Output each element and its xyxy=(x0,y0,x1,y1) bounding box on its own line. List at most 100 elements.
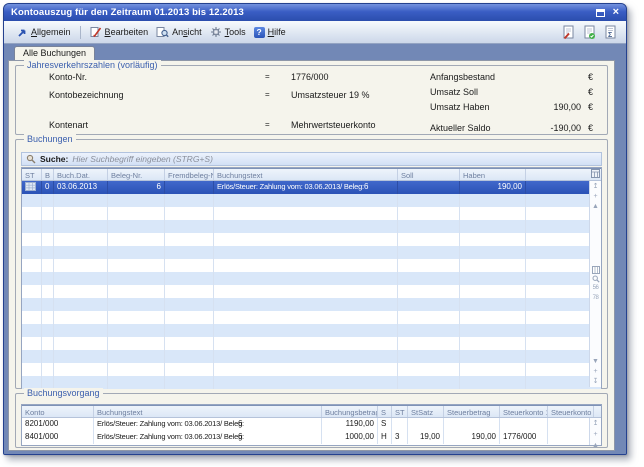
column-header[interactable]: Steuerkonto 2 xyxy=(548,406,594,417)
table-row-empty[interactable] xyxy=(22,207,601,220)
close-window-button[interactable]: × xyxy=(613,8,619,17)
column-header[interactable]: B xyxy=(42,169,54,180)
search-input[interactable]: Suche: Hier Suchbegriff eingeben (STRG+S… xyxy=(21,152,602,166)
group-title: Buchungen xyxy=(24,134,76,144)
scroll-page-down-icon[interactable]: + xyxy=(593,367,597,376)
scroll-up-icon[interactable]: ▲ xyxy=(592,202,599,211)
table-row-empty[interactable] xyxy=(22,324,601,337)
help-icon: ? xyxy=(254,27,265,38)
report-sum-icon[interactable]: Σ xyxy=(604,25,617,40)
buchungen-table: ST B Buch.Dat. Beleg-Nr. Fremdbeleg-Nr. … xyxy=(21,167,602,388)
cell-soll xyxy=(398,181,460,194)
column-header[interactable]: Buchungstext xyxy=(94,406,322,417)
cell-s: H xyxy=(378,431,392,444)
table-row[interactable]: 8401/000 Erlös/Steuer: Zahlung vom: 03.0… xyxy=(22,431,601,444)
column-header[interactable]: ST xyxy=(22,169,42,180)
columns-icon[interactable] xyxy=(592,266,600,274)
group-jahresverkehrszahlen: Jahresverkehrszahlen (vorläufig) Konto-N… xyxy=(15,65,608,135)
edit-icon xyxy=(90,26,102,38)
column-header[interactable]: ST xyxy=(392,406,408,417)
cell-buchungstext: Erlös/Steuer: Zahlung vom: 03.06.2013/ B… xyxy=(94,431,322,444)
buchungstext: Erlös/Steuer: Zahlung vom: 03.06.2013/ B… xyxy=(97,432,244,441)
buchungsvorgang-table-header: Konto Buchungstext Buchungsbetrag S ST S… xyxy=(22,405,601,418)
restore-window-button[interactable] xyxy=(596,9,605,17)
column-picker-icon[interactable] xyxy=(591,169,600,178)
cell-konto: 8201/000 xyxy=(22,418,94,431)
equals-icon: = xyxy=(265,90,270,99)
table-row-empty[interactable] xyxy=(22,363,601,376)
currency-label: € xyxy=(588,102,593,112)
table-row-empty[interactable] xyxy=(22,337,601,350)
menu-label: Bearbeiten xyxy=(105,27,149,37)
column-header[interactable]: Beleg-Nr. xyxy=(108,169,165,180)
menu-tools[interactable]: Tools xyxy=(206,24,250,40)
table-row-empty[interactable] xyxy=(22,194,601,207)
sort-78-icon[interactable]: 78 xyxy=(593,294,599,303)
column-header[interactable]: Buch.Dat. xyxy=(54,169,108,180)
table-scroll-strip: ↥ + ▲ 56 78 ▼ + ↧ xyxy=(589,181,601,387)
field-label: Umsatz Haben xyxy=(430,102,490,112)
scroll-down-icon[interactable]: ▼ xyxy=(592,357,599,366)
table-row-empty[interactable] xyxy=(22,233,601,246)
column-header[interactable]: Haben xyxy=(460,169,526,180)
cell-steuerbetrag xyxy=(444,418,500,431)
column-header[interactable]: Buchungstext xyxy=(214,169,398,180)
scroll-page-up-icon[interactable]: + xyxy=(593,430,597,439)
report-confirm-icon[interactable] xyxy=(583,25,596,40)
scroll-first-icon[interactable]: ↥ xyxy=(593,419,599,428)
cell-st xyxy=(392,418,408,431)
table-row-empty[interactable] xyxy=(22,350,601,363)
table-row-empty[interactable] xyxy=(22,285,601,298)
table-row-empty[interactable] xyxy=(22,311,601,324)
menu-allgemein[interactable]: Allgemein xyxy=(13,25,75,40)
buchungstext: Erlös/Steuer: Zahlung vom: 03.06.2013/ B… xyxy=(97,419,244,428)
column-header[interactable]: Buchungsbetrag xyxy=(322,406,378,417)
cell-konto: 8401/000 xyxy=(22,431,94,444)
cell-steuerkonto2 xyxy=(548,431,594,444)
search-placeholder: Hier Suchbegriff eingeben (STRG+S) xyxy=(72,154,213,164)
column-header[interactable]: Fremdbeleg-Nr. xyxy=(165,169,214,180)
group-buchungen: Buchungen Suche: Hier Suchbegriff eingeb… xyxy=(15,139,608,389)
scroll-first-icon[interactable]: ↥ xyxy=(593,182,599,191)
table-row-empty[interactable] xyxy=(22,259,601,272)
table-row-empty[interactable] xyxy=(22,298,601,311)
field-label: Aktueller Saldo xyxy=(430,123,491,133)
table-row-empty[interactable] xyxy=(22,246,601,259)
scroll-last-icon[interactable]: ↧ xyxy=(593,377,599,386)
column-header[interactable]: Soll xyxy=(398,169,460,180)
scroll-up-icon[interactable]: ▲ xyxy=(592,441,599,450)
field-label: Konto-Nr. xyxy=(49,72,87,82)
report-print-icon[interactable] xyxy=(562,25,575,40)
column-header[interactable]: StSatz xyxy=(408,406,444,417)
column-header[interactable]: S xyxy=(378,406,392,417)
table-row-empty[interactable] xyxy=(22,272,601,285)
field-value: 190,00 xyxy=(486,102,581,112)
table-scroll-strip: ↥ + ▲ xyxy=(589,418,601,445)
sort-56-icon[interactable]: 56 xyxy=(593,284,599,293)
table-row-selected[interactable]: 0 03.06.2013 6 Erlös/Steuer: Zahlung vom… xyxy=(22,181,601,194)
column-header[interactable]: Steuerkonto 1 xyxy=(500,406,548,417)
column-header[interactable]: Steuerbetrag xyxy=(444,406,500,417)
cell-belegnr: 6 xyxy=(108,181,165,194)
field-label: Kontenart xyxy=(49,120,88,130)
menu-ansicht[interactable]: Ansicht xyxy=(152,24,206,40)
group-buchungsvorgang: Buchungsvorgang Konto Buchungstext Buchu… xyxy=(15,393,608,448)
buchungen-rows-empty xyxy=(22,194,601,389)
cell-buchungstext: Erlös/Steuer: Zahlung vom: 03.06.2013/ B… xyxy=(214,181,398,194)
cell-steuerbetrag: 190,00 xyxy=(444,431,500,444)
tab-alle-buchungen[interactable]: Alle Buchungen xyxy=(14,46,95,60)
table-row[interactable]: 8201/000 Erlös/Steuer: Zahlung vom: 03.0… xyxy=(22,418,601,431)
search-rows-icon[interactable] xyxy=(592,275,600,283)
beleg-ref: 6 xyxy=(238,432,242,441)
column-header-filler xyxy=(594,406,601,417)
menu-bearbeiten[interactable]: Bearbeiten xyxy=(86,24,153,40)
equals-icon: = xyxy=(265,120,270,129)
menu-hilfe[interactable]: ? Hilfe xyxy=(250,25,290,40)
column-header[interactable]: Konto xyxy=(22,406,94,417)
cell-steuerkonto1: 1776/000 xyxy=(500,431,548,444)
table-row-empty[interactable] xyxy=(22,376,601,389)
buchungsvorgang-table: Konto Buchungstext Buchungsbetrag S ST S… xyxy=(21,404,602,446)
scroll-page-up-icon[interactable]: + xyxy=(593,192,597,201)
table-row-empty[interactable] xyxy=(22,220,601,233)
row-status-cell xyxy=(22,181,42,194)
